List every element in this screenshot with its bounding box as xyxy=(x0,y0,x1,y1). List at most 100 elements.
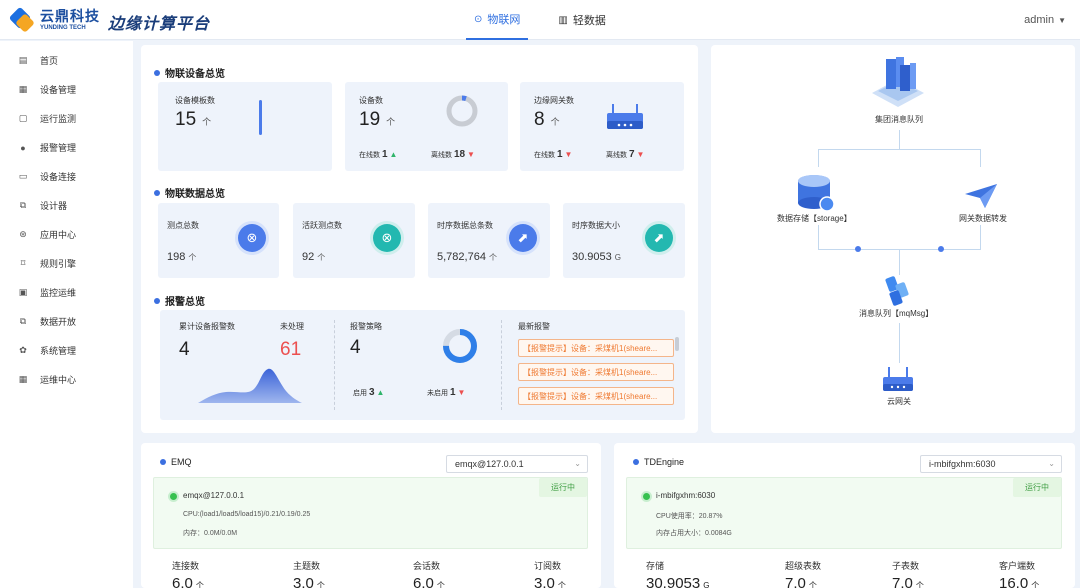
policy-enabled-row: 启用 3 ▲ xyxy=(353,387,385,398)
topology-link xyxy=(899,323,900,363)
app-icon: ⊛ xyxy=(19,229,27,239)
network-icon: ⊗ xyxy=(238,224,266,252)
tdengine-title: TDEngine xyxy=(633,457,684,467)
sidebar-item-rules[interactable]: ⌑ 规则引擎 xyxy=(0,249,133,278)
ts-size-value: 30.9053 G xyxy=(572,251,621,263)
latest-alarm-item[interactable]: 【报警提示】设备：采煤机1(sheare... xyxy=(518,387,674,405)
document-icon: ▤ xyxy=(18,55,28,65)
emq-status-box: 运行中 emqx@127.0.0.1 CPU:(load1/load5/load… xyxy=(153,477,588,549)
stat-value: 3.0 个 xyxy=(534,575,566,588)
topology-link xyxy=(818,149,819,167)
rule-icon: ⌑ xyxy=(20,258,26,268)
alarm-unhandled-value: 61 xyxy=(280,339,302,360)
bullet-icon xyxy=(154,297,160,304)
node-storage-label: 数据存储【storage】 xyxy=(777,214,852,223)
sidebar-item-apps[interactable]: ⊛ 应用中心 xyxy=(0,220,133,249)
card-active-point[interactable]: 活跃测点数 92 个 ⊗ xyxy=(293,203,415,278)
node-cluster-label: 集团消息队列 xyxy=(875,115,923,124)
tdengine-cpu: CPU使用率：20.87% xyxy=(656,513,723,520)
card-ts-count[interactable]: 时序数据总条数 5,782,764 个 ⬈ xyxy=(428,203,550,278)
sidebar-item-home[interactable]: ▤ 首页 xyxy=(0,46,133,75)
stat-label: 连接数 xyxy=(172,561,200,571)
message-queue-icon xyxy=(885,276,909,306)
stat-label: 主题数 xyxy=(293,561,321,571)
link-icon: ▭ xyxy=(18,171,28,181)
file-icon: ▢ xyxy=(18,113,28,123)
router-icon xyxy=(883,367,913,391)
node-forward-label: 网关数据转发 xyxy=(959,214,1007,223)
bullet-icon xyxy=(160,459,166,465)
design-icon: ⧉ xyxy=(19,200,27,210)
brand-logo[interactable]: 云鼎科技 YUNDING TECH xyxy=(8,6,100,33)
chart-icon: ⬈ xyxy=(645,224,673,252)
open-icon: ⧉ xyxy=(19,316,27,326)
sidebar-item-monitor[interactable]: ▢ 运行监测 xyxy=(0,104,133,133)
policy-disabled-row: 未启用 1 ▼ xyxy=(427,387,466,398)
bell-icon: ● xyxy=(20,142,26,153)
sidebar-item-alarm[interactable]: ● 报警管理 xyxy=(0,133,133,162)
card-device-count[interactable]: 设备数 19 个 在线数 1 ▲ 离线数 18 ▼ xyxy=(345,82,508,171)
sidebar-item-designer[interactable]: ⧉ 设计器 xyxy=(0,191,133,220)
card-label: 设备模板数 xyxy=(175,96,215,105)
latest-alarm-item[interactable]: 【报警提示】设备：采煤机1(sheare... xyxy=(518,363,674,381)
active-point-value: 92 个 xyxy=(302,251,326,263)
stat-label: 客户端数 xyxy=(999,561,1036,571)
sidebar-item-data-open[interactable]: ⧉ 数据开放 xyxy=(0,307,133,336)
sidebar-item-ops-monitor[interactable]: ▣ 监控运维 xyxy=(0,278,133,307)
stat-value: 6.0 个 xyxy=(172,575,204,588)
card-label: 设备数 xyxy=(359,96,383,105)
flow-dot xyxy=(938,246,944,252)
card-label: 边缘网关数 xyxy=(534,96,574,105)
sidebar-item-ops-center[interactable]: ▦ 运维中心 xyxy=(0,365,133,394)
bullet-icon xyxy=(633,459,639,465)
card-template-count[interactable]: 设备模板数 15 个 xyxy=(158,82,332,171)
gateway-offline-row: 离线数 7 ▼ xyxy=(606,149,645,160)
gateway-count-value: 8个 xyxy=(534,109,560,130)
arrow-up-icon: ▲ xyxy=(389,150,398,159)
topology-link xyxy=(899,249,900,275)
section-title-iot-devices: 物联设备总览 xyxy=(154,65,225,80)
card-gateway-count[interactable]: 边缘网关数 8个 在线数 1 ▼ 离线数 7 ▼ xyxy=(520,82,684,171)
device-online-donut xyxy=(446,95,478,127)
user-menu[interactable]: admin ▼ xyxy=(1024,14,1066,26)
stat-label: 超级表数 xyxy=(785,561,822,571)
tdengine-node-select[interactable]: i-mbifgxhm:6030 ⌄ xyxy=(920,455,1062,473)
alarm-policy-value: 4 xyxy=(350,337,361,358)
alarm-list-scrollbar[interactable] xyxy=(675,337,679,351)
section-title-alarms: 报警总览 xyxy=(154,293,205,308)
device-online-row: 在线数 1 ▲ xyxy=(359,149,398,160)
stat-value: 30.9053 G xyxy=(646,575,710,588)
alarm-trend-area xyxy=(198,368,302,403)
card-ts-size[interactable]: 时序数据大小 30.9053 G ⬈ xyxy=(563,203,685,278)
node-cloud-label: 云网关 xyxy=(887,397,911,406)
tab-iot[interactable]: ⊙ 物联网 xyxy=(466,0,529,40)
bullet-icon xyxy=(154,69,160,76)
emq-mem: 内存：0.0M/0.0M xyxy=(183,530,238,537)
topology-panel: 集团消息队列 数据存储【storage】 网关数据转发 消息队列【mqMsg】 … xyxy=(711,45,1075,433)
chart-icon: ⬈ xyxy=(509,224,537,252)
flow-dot xyxy=(855,246,861,252)
arrow-up-icon: ▲ xyxy=(376,388,385,397)
tdengine-panel: TDEngine i-mbifgxhm:6030 ⌄ 运行中 i-mbifgxhm… xyxy=(614,443,1075,588)
database-icon xyxy=(798,175,835,212)
sidebar-item-connect[interactable]: ▭ 设备连接 xyxy=(0,162,133,191)
bullet-icon xyxy=(154,189,160,196)
bar-chart-icon: ▥ xyxy=(558,14,568,26)
divider xyxy=(501,320,502,410)
card-label: 测点总数 xyxy=(167,221,199,230)
ts-count-value: 5,782,764 个 xyxy=(437,251,497,263)
sidebar-item-system[interactable]: ✿ 系统管理 xyxy=(0,336,133,365)
emq-node-select[interactable]: emqx@127.0.0.1 ⌄ xyxy=(446,455,588,473)
status-badge: 运行中 xyxy=(539,478,587,497)
brand-name-en: YUNDING TECH xyxy=(40,25,86,31)
node-mq-label: 消息队列【mqMsg】 xyxy=(859,309,934,318)
sidebar-item-device-mgmt[interactable]: ▦ 设备管理 xyxy=(0,75,133,104)
emq-cpu: CPU:(load1/load5/load15)/0.21/0.19/0.25 xyxy=(183,511,311,518)
latest-alarm-item[interactable]: 【报警提示】设备：采煤机1(sheare... xyxy=(518,339,674,357)
status-dot-icon xyxy=(170,493,177,500)
stat-value: 16.0 个 xyxy=(999,575,1040,588)
stat-label: 子表数 xyxy=(892,561,920,571)
card-point-total[interactable]: 测点总数 198 个 ⊗ xyxy=(158,203,279,278)
top-header: 云鼎科技 YUNDING TECH 边缘计算平台 ⊙ 物联网 ▥ 轻数据 admin… xyxy=(0,0,1080,40)
tab-light-data[interactable]: ▥ 轻数据 xyxy=(550,0,613,40)
